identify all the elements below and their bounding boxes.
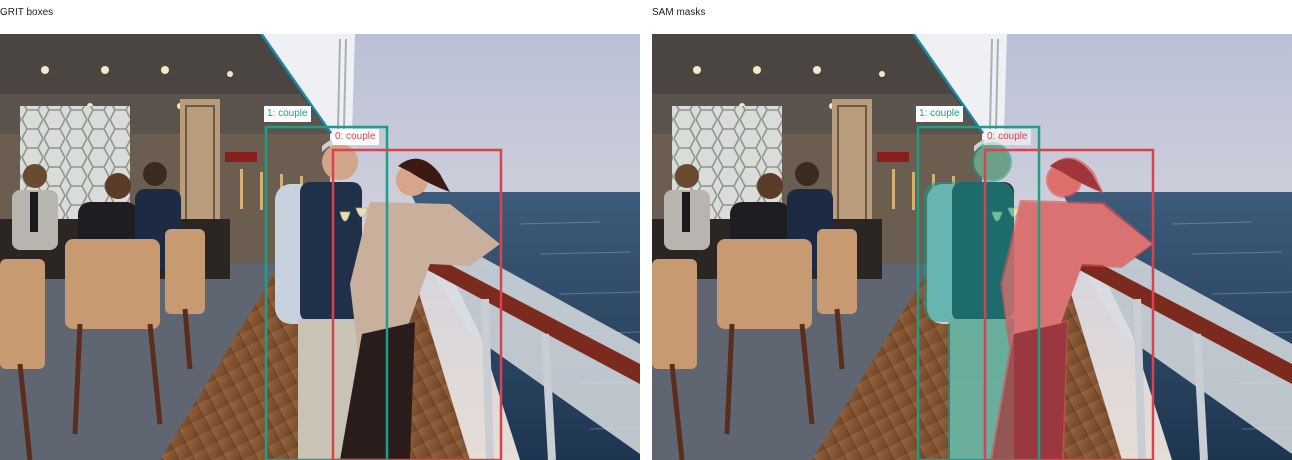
label-1-couple-sam: 1: couple bbox=[916, 106, 963, 122]
label-0-couple-sam: 0: couple bbox=[984, 129, 1031, 145]
panel-title-sam: SAM masks bbox=[652, 7, 706, 18]
panel-title-grit: GRIT boxes bbox=[0, 7, 54, 18]
sam-masks-panel: SAM masks 1: couple 0: couple bbox=[652, 0, 1292, 460]
label-1-couple: 1: couple bbox=[264, 106, 311, 122]
label-0-couple: 0: couple bbox=[332, 129, 379, 145]
grit-boxes-panel: GRIT boxes 1: couple 0: couple bbox=[0, 0, 640, 460]
cruise-photo bbox=[0, 34, 640, 460]
cruise-photo-masked bbox=[652, 34, 1292, 460]
